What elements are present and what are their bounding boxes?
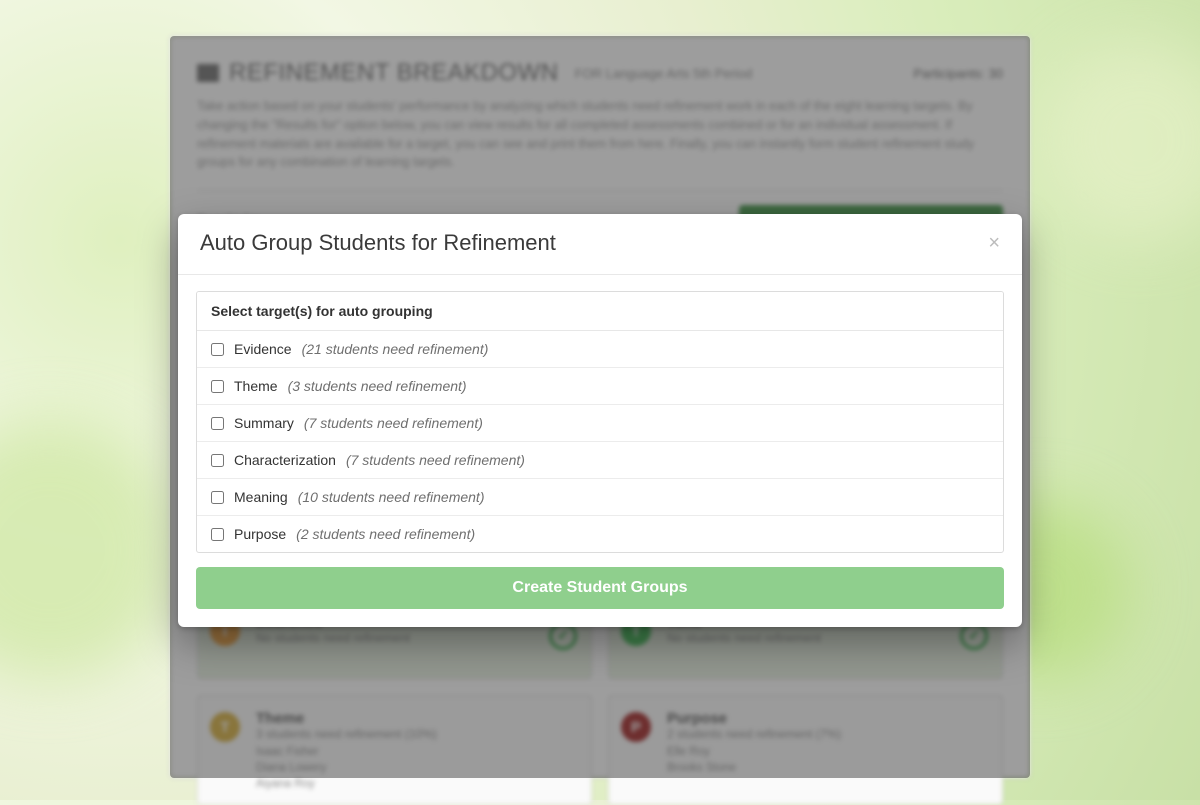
target-note: (7 students need refinement) — [346, 452, 525, 468]
target-list: Select target(s) for auto grouping Evide… — [196, 291, 1004, 553]
auto-group-modal: Auto Group Students for Refinement × Sel… — [178, 214, 1022, 627]
close-icon[interactable]: × — [988, 233, 1000, 253]
target-checkbox[interactable] — [211, 343, 224, 356]
target-checkbox[interactable] — [211, 417, 224, 430]
target-name: Summary — [234, 415, 294, 431]
target-list-header: Select target(s) for auto grouping — [197, 292, 1003, 331]
target-row-purpose[interactable]: Purpose (2 students need refinement) — [197, 516, 1003, 552]
bg-blob — [0, 420, 180, 680]
target-checkbox[interactable] — [211, 454, 224, 467]
target-name: Characterization — [234, 452, 336, 468]
target-row-summary[interactable]: Summary (7 students need refinement) — [197, 405, 1003, 442]
target-row-characterization[interactable]: Characterization (7 students need refine… — [197, 442, 1003, 479]
target-row-evidence[interactable]: Evidence (21 students need refinement) — [197, 331, 1003, 368]
target-checkbox[interactable] — [211, 380, 224, 393]
target-note: (2 students need refinement) — [296, 526, 475, 542]
target-name: Evidence — [234, 341, 292, 357]
target-name: Theme — [234, 378, 278, 394]
target-name: Meaning — [234, 489, 288, 505]
target-note: (21 students need refinement) — [302, 341, 489, 357]
target-checkbox[interactable] — [211, 491, 224, 504]
target-note: (3 students need refinement) — [288, 378, 467, 394]
target-note: (10 students need refinement) — [298, 489, 485, 505]
create-student-groups-button[interactable]: Create Student Groups — [196, 567, 1004, 609]
target-row-meaning[interactable]: Meaning (10 students need refinement) — [197, 479, 1003, 516]
modal-title: Auto Group Students for Refinement — [200, 230, 556, 256]
target-checkbox[interactable] — [211, 528, 224, 541]
target-name: Purpose — [234, 526, 286, 542]
bg-blob — [1040, 40, 1200, 240]
target-note: (7 students need refinement) — [304, 415, 483, 431]
target-row-theme[interactable]: Theme (3 students need refinement) — [197, 368, 1003, 405]
